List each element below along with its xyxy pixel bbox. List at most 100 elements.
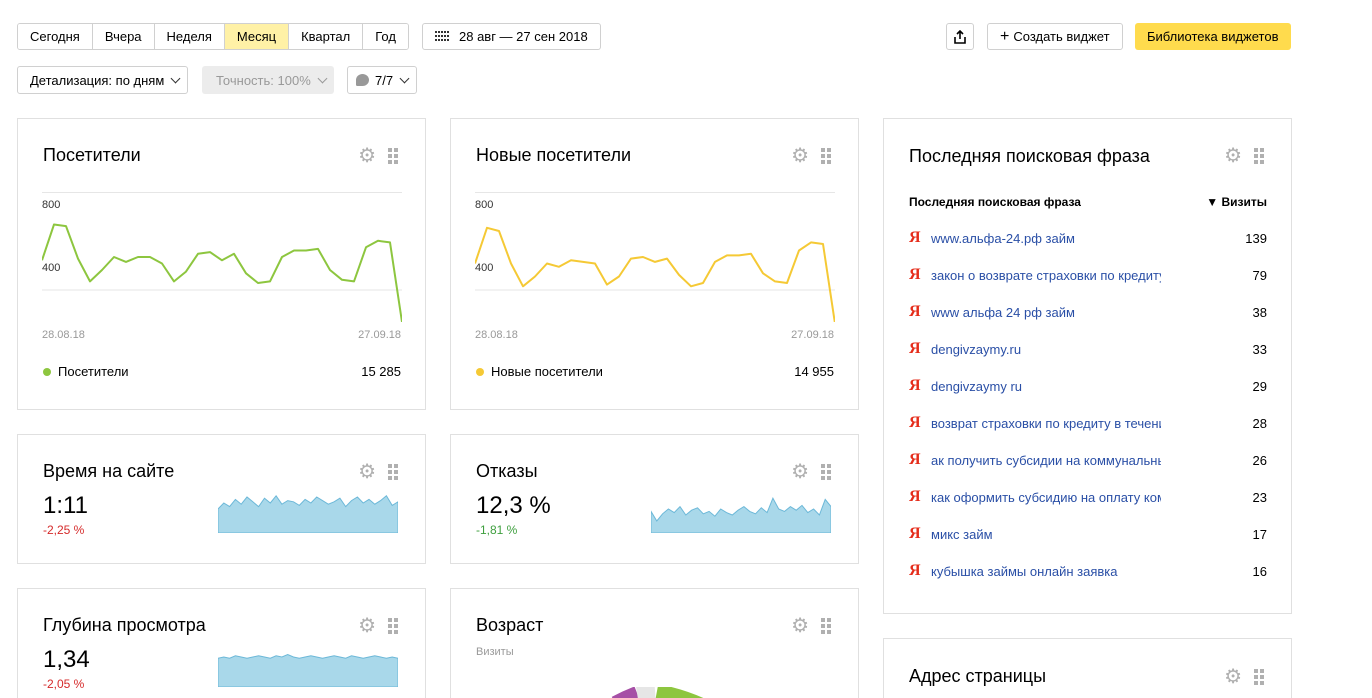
period-month-button[interactable]: Месяц — [224, 24, 290, 49]
gear-icon[interactable]: ⚙ — [791, 462, 809, 482]
visits-value: 38 — [1252, 304, 1267, 320]
search-phrase-link[interactable]: микс займ — [931, 527, 1161, 542]
column-header-visits[interactable]: ▼ Визиты — [1206, 195, 1267, 209]
age-widget: Возраст ⚙ Визиты — [450, 588, 859, 698]
chevron-down-icon — [170, 73, 181, 83]
age-donut-chart — [611, 687, 704, 698]
yandex-logo-icon: Я — [909, 451, 921, 468]
y-tick-label: 400 — [42, 262, 61, 274]
calendar-icon — [435, 29, 449, 44]
search-phrase-link[interactable]: www.альфа-24.рф займ — [931, 231, 1161, 246]
legend-total: 14 955 — [794, 364, 834, 379]
gear-icon[interactable]: ⚙ — [791, 146, 809, 166]
sparkline-area — [651, 497, 831, 533]
search-phrase-link[interactable]: dengivzaymy ru — [931, 379, 1161, 394]
table-row: Яwww.альфа-24.рф займ 139 — [909, 228, 1267, 248]
sparkline-area — [218, 494, 398, 533]
yandex-logo-icon: Я — [909, 525, 921, 542]
donut-segment — [611, 687, 639, 698]
y-tick-label: 400 — [475, 262, 494, 274]
period-today-button[interactable]: Сегодня — [18, 24, 93, 49]
bounces-widget: Отказы ⚙ 12,3 % -1,81 % — [450, 434, 859, 564]
y-tick-label: 800 — [475, 199, 494, 211]
segment-icon — [356, 74, 369, 86]
segment-select[interactable]: 7/7 — [347, 66, 418, 94]
metric-value: 12,3 % — [476, 492, 551, 519]
gear-icon[interactable]: ⚙ — [1224, 667, 1242, 687]
chart-legend: Посетители — [43, 364, 129, 379]
drag-handle-icon[interactable] — [821, 464, 831, 480]
x-tick-label: 27.09.18 — [791, 329, 834, 341]
export-button[interactable] — [946, 23, 974, 50]
widget-title: Последняя поисковая фраза — [909, 146, 1150, 166]
export-icon — [954, 29, 966, 44]
x-tick-label: 28.08.18 — [475, 329, 518, 341]
gear-icon[interactable]: ⚙ — [358, 146, 376, 166]
date-range-label: 28 авг — 27 сен 2018 — [459, 29, 588, 44]
drag-handle-icon[interactable] — [388, 148, 398, 164]
gear-icon[interactable]: ⚙ — [358, 616, 376, 636]
gear-icon[interactable]: ⚙ — [791, 616, 809, 636]
series-line — [42, 223, 402, 322]
gear-icon[interactable]: ⚙ — [1224, 146, 1242, 166]
metric-delta: -2,05 % — [43, 677, 85, 691]
drag-handle-icon[interactable] — [821, 618, 831, 634]
metric-value: 1:11 — [43, 492, 88, 519]
time-on-site-sparkline — [218, 494, 398, 533]
widget-title: Адрес страницы — [909, 666, 1047, 686]
create-widget-label: Создать виджет — [1013, 29, 1110, 44]
detail-select-label: Детализация: по дням — [30, 72, 165, 88]
period-week-button[interactable]: Неделя — [154, 24, 225, 49]
search-phrase-link[interactable]: возврат страховки по кредиту в течение — [931, 416, 1161, 431]
period-yesterday-button[interactable]: Вчера — [92, 24, 155, 49]
gear-icon[interactable]: ⚙ — [358, 462, 376, 482]
table-row: Яdengivzaymy.ru 33 — [909, 339, 1267, 359]
visits-value: 26 — [1252, 452, 1267, 468]
legend-label: Посетители — [58, 364, 129, 379]
drag-handle-icon[interactable] — [821, 148, 831, 164]
legend-total: 15 285 — [361, 364, 401, 379]
accuracy-select[interactable]: Точность: 100% — [202, 66, 334, 94]
drag-handle-icon[interactable] — [388, 618, 398, 634]
period-year-button[interactable]: Год — [363, 24, 408, 49]
x-tick-label: 28.08.18 — [42, 329, 85, 341]
yandex-logo-icon: Я — [909, 340, 921, 357]
date-range-picker[interactable]: 28 авг — 27 сен 2018 — [422, 23, 601, 50]
legend-label: Новые посетители — [491, 364, 603, 379]
search-phrase-link[interactable]: dengivzaymy.ru — [931, 342, 1161, 357]
yandex-logo-icon: Я — [909, 377, 921, 394]
legend-dot — [43, 367, 51, 376]
detail-select[interactable]: Детализация: по дням — [17, 66, 189, 94]
table-header: Последняя поисковая фраза ▼ Визиты — [909, 195, 1267, 209]
table-row: Явозврат страховки по кредиту в течение 2… — [909, 413, 1267, 433]
widget-title: Отказы — [476, 461, 538, 481]
new-visitors-line-chart — [475, 192, 835, 322]
depth-sparkline — [218, 654, 398, 687]
widget-title: Возраст — [476, 615, 544, 635]
period-quarter-button[interactable]: Квартал — [289, 24, 364, 49]
accuracy-select-label: Точность: 100% — [216, 72, 311, 88]
table-row: Яак получить субсидии на коммунальные ус… — [909, 450, 1267, 470]
drag-handle-icon[interactable] — [1254, 669, 1264, 685]
table-row: Ямикс займ 17 — [909, 524, 1267, 544]
create-widget-button[interactable]: + Создать виджет — [987, 23, 1123, 50]
search-phrase-link[interactable]: закон о возврате страховки по кредиту — [931, 268, 1161, 283]
table-row: Якубышка займы онлайн заявка 16 — [909, 561, 1267, 581]
column-header-phrase[interactable]: Последняя поисковая фраза — [909, 195, 1081, 209]
widget-title: Время на сайте — [43, 461, 175, 481]
search-phrase-link[interactable]: кубышка займы онлайн заявка — [931, 564, 1161, 579]
drag-handle-icon[interactable] — [388, 464, 398, 480]
visitors-line-chart — [42, 192, 402, 322]
search-phrase-link[interactable]: ак получить субсидии на коммунальные усл… — [931, 453, 1161, 468]
search-phrase-link[interactable]: как оформить субсидию на оплату коммунал… — [931, 490, 1161, 505]
widget-title: Посетители — [43, 145, 141, 165]
table-row: Яwww альфа 24 рф займ 38 — [909, 302, 1267, 322]
widget-subtitle: Визиты — [476, 646, 514, 658]
time-on-site-widget: Время на сайте ⚙ 1:11 -2,25 % — [17, 434, 426, 564]
search-phrase-link[interactable]: www альфа 24 рф займ — [931, 305, 1161, 320]
segment-select-label: 7/7 — [375, 72, 394, 88]
widget-title: Новые посетители — [476, 145, 632, 165]
drag-handle-icon[interactable] — [1254, 148, 1264, 164]
widget-library-button[interactable]: Библиотека виджетов — [1135, 23, 1291, 50]
table-row: Язакон о возврате страховки по кредиту 79 — [909, 265, 1267, 285]
